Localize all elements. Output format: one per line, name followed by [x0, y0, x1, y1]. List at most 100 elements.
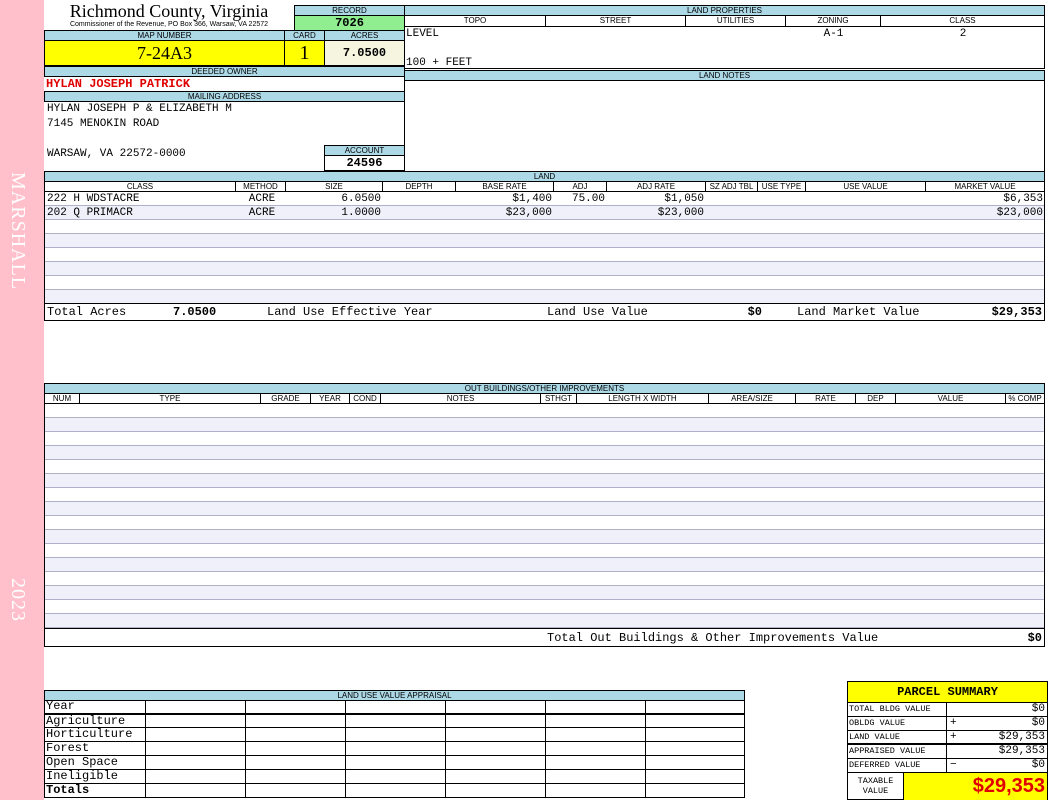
- land-use-cell: [245, 742, 246, 755]
- land-column-sz-adj-tbl: SZ ADJ TBL: [706, 182, 758, 192]
- outbuildings-row: [45, 530, 1044, 544]
- summary-label: LAND VALUE: [849, 732, 901, 742]
- land-row: [45, 220, 1044, 234]
- outbuildings-row: [45, 558, 1044, 572]
- land-totals-row: Total Acres 7.0500 Land Use Effective Ye…: [45, 303, 1044, 320]
- land-use-cell: [145, 742, 146, 755]
- summary-operator: +: [946, 717, 957, 730]
- summary-operator: [946, 703, 950, 716]
- summary-value: $0: [1031, 717, 1045, 729]
- parcel-summary: PARCEL SUMMARY TOTAL BLDG VALUE $0 OBLDG V…: [847, 681, 1048, 800]
- land-use-row-agriculture: Agriculture: [44, 714, 745, 728]
- mailing-line-1: HYLAN JOSEPH P & ELIZABETH M: [47, 103, 232, 115]
- land-cell-adj-rate: $1,050: [664, 193, 704, 205]
- mailing-line-2: 7145 MENOKIN ROAD: [47, 118, 160, 130]
- land-use-cell: [545, 700, 546, 713]
- land-cell-class: 222 H WDSTACRE: [47, 193, 140, 205]
- summary-value: $0: [1031, 703, 1045, 715]
- land-use-row-ineligible-label: Ineligible: [46, 770, 119, 783]
- total-acres-value: 7.0500: [173, 305, 217, 319]
- land-use-cell: [145, 784, 146, 797]
- land-row: [45, 290, 1044, 304]
- land-cell-adj-rate: $23,000: [657, 207, 704, 219]
- land-use-cell: [645, 700, 646, 713]
- total-acres-label: Total Acres: [47, 305, 127, 319]
- land-use-cell: [445, 700, 446, 713]
- land-row: [45, 234, 1044, 248]
- land-cell-method: ACRE: [248, 193, 276, 205]
- topo-value: LEVEL: [406, 28, 440, 40]
- account-value: 24596: [324, 155, 405, 171]
- outbuildings-column-notes: NOTES: [381, 394, 541, 404]
- land-column-adj-rate: ADJ RATE: [607, 182, 706, 192]
- land-use-cell: [245, 715, 246, 727]
- summary-operator: +: [946, 731, 957, 743]
- taxable-value-label: TAXABLE VALUE: [848, 773, 904, 800]
- topo-value-2: 100 + FEET: [406, 57, 473, 69]
- land-column-size: SIZE: [286, 182, 383, 192]
- outbuildings-row: [45, 404, 1044, 418]
- summary-value: $29,353: [998, 745, 1045, 757]
- land-use-cell: [645, 715, 646, 727]
- outbuildings-column-grade: GRADE: [261, 394, 311, 404]
- summary-row-obldg-value: OBLDG VALUE + $0: [848, 717, 1047, 731]
- land-use-cell: [345, 784, 346, 797]
- land-column-market-value: MARKET VALUE: [926, 182, 1045, 192]
- land-use-row-forest: Forest: [44, 742, 745, 756]
- sidebar-strip: MARSHALL 2023: [0, 0, 44, 800]
- land-notes-area: [404, 80, 1045, 172]
- outbuildings-row: [45, 544, 1044, 558]
- column-header-class: CLASS: [881, 16, 1045, 26]
- outbuildings-total-value: $0: [1027, 631, 1042, 645]
- land-use-cell: [245, 784, 246, 797]
- land-use-row-ineligible: Ineligible: [44, 770, 745, 784]
- land-use-cell: [145, 715, 146, 727]
- outbuildings-column-area-size: AREA/SIZE: [709, 394, 796, 404]
- column-header-utilities: UTILITIES: [686, 16, 786, 26]
- mailing-line-3: WARSAW, VA 22572-0000: [47, 148, 186, 160]
- land-cell-adj: 75.00: [571, 193, 605, 205]
- assessment-year: 2023: [7, 578, 29, 622]
- outbuildings-column-year: YEAR: [311, 394, 350, 404]
- page-subtitle: Commissioner of the Revenue, PO Box 366,…: [69, 21, 269, 28]
- summary-operator: −: [946, 759, 957, 772]
- summary-label: DEFERRED VALUE: [849, 760, 921, 770]
- land-use-cell: [545, 756, 546, 769]
- land-use-cell: [345, 770, 346, 783]
- outbuildings-column-length-x-width: LENGTH X WIDTH: [577, 394, 709, 404]
- land-column-method: METHOD: [236, 182, 286, 192]
- summary-operator: [946, 745, 950, 758]
- land-use-effective-year-label: Land Use Effective Year: [267, 305, 433, 319]
- land-use-cell: [245, 700, 246, 713]
- land-row: [45, 248, 1044, 262]
- land-row: 222 H WDSTACRE ACRE 6.0500 $1,400 75.00 $1,05…: [45, 192, 1044, 206]
- zoning-value: A-1: [823, 28, 844, 40]
- column-header-street: STREET: [546, 16, 686, 26]
- summary-row-deferred-value: DEFERRED VALUE − $0: [848, 759, 1047, 773]
- land-use-cell: [545, 742, 546, 755]
- assessor-name: MARSHALL: [7, 172, 29, 291]
- land-use-cell: [245, 770, 246, 783]
- outbuildings-row: [45, 460, 1044, 474]
- outbuildings-column-comp: % COMP: [1006, 394, 1045, 404]
- parcel-summary-title: PARCEL SUMMARY: [848, 682, 1047, 703]
- land-use-totals-row: Totals: [44, 784, 745, 798]
- outbuildings-column-rate: RATE: [796, 394, 856, 404]
- land-use-cell: [645, 770, 646, 783]
- land-use-cell: [445, 770, 446, 783]
- land-cell-method: ACRE: [248, 207, 276, 219]
- land-row: 202 Q PRIMACR ACRE 1.0000 $23,000 $23,000 $23…: [45, 206, 1044, 220]
- outbuildings-row: [45, 516, 1044, 530]
- class-value: 2: [959, 28, 967, 40]
- land-use-totals-row-label: Totals: [46, 784, 90, 797]
- land-use-cell: [345, 700, 346, 713]
- land-use-cell: [345, 715, 346, 727]
- land-use-year-row: Year: [44, 700, 745, 714]
- outbuildings-table: NUM TYPE GRADE YEAR COND NOTES STHGT LENGTH X W…: [44, 393, 1045, 647]
- land-use-cell: [145, 770, 146, 783]
- land-use-cell: [545, 728, 546, 741]
- record-value: 7026: [294, 15, 405, 31]
- land-column-use-value: USE VALUE: [806, 182, 926, 192]
- land-use-row-forest-label: Forest: [46, 742, 90, 755]
- outbuildings-row: [45, 446, 1044, 460]
